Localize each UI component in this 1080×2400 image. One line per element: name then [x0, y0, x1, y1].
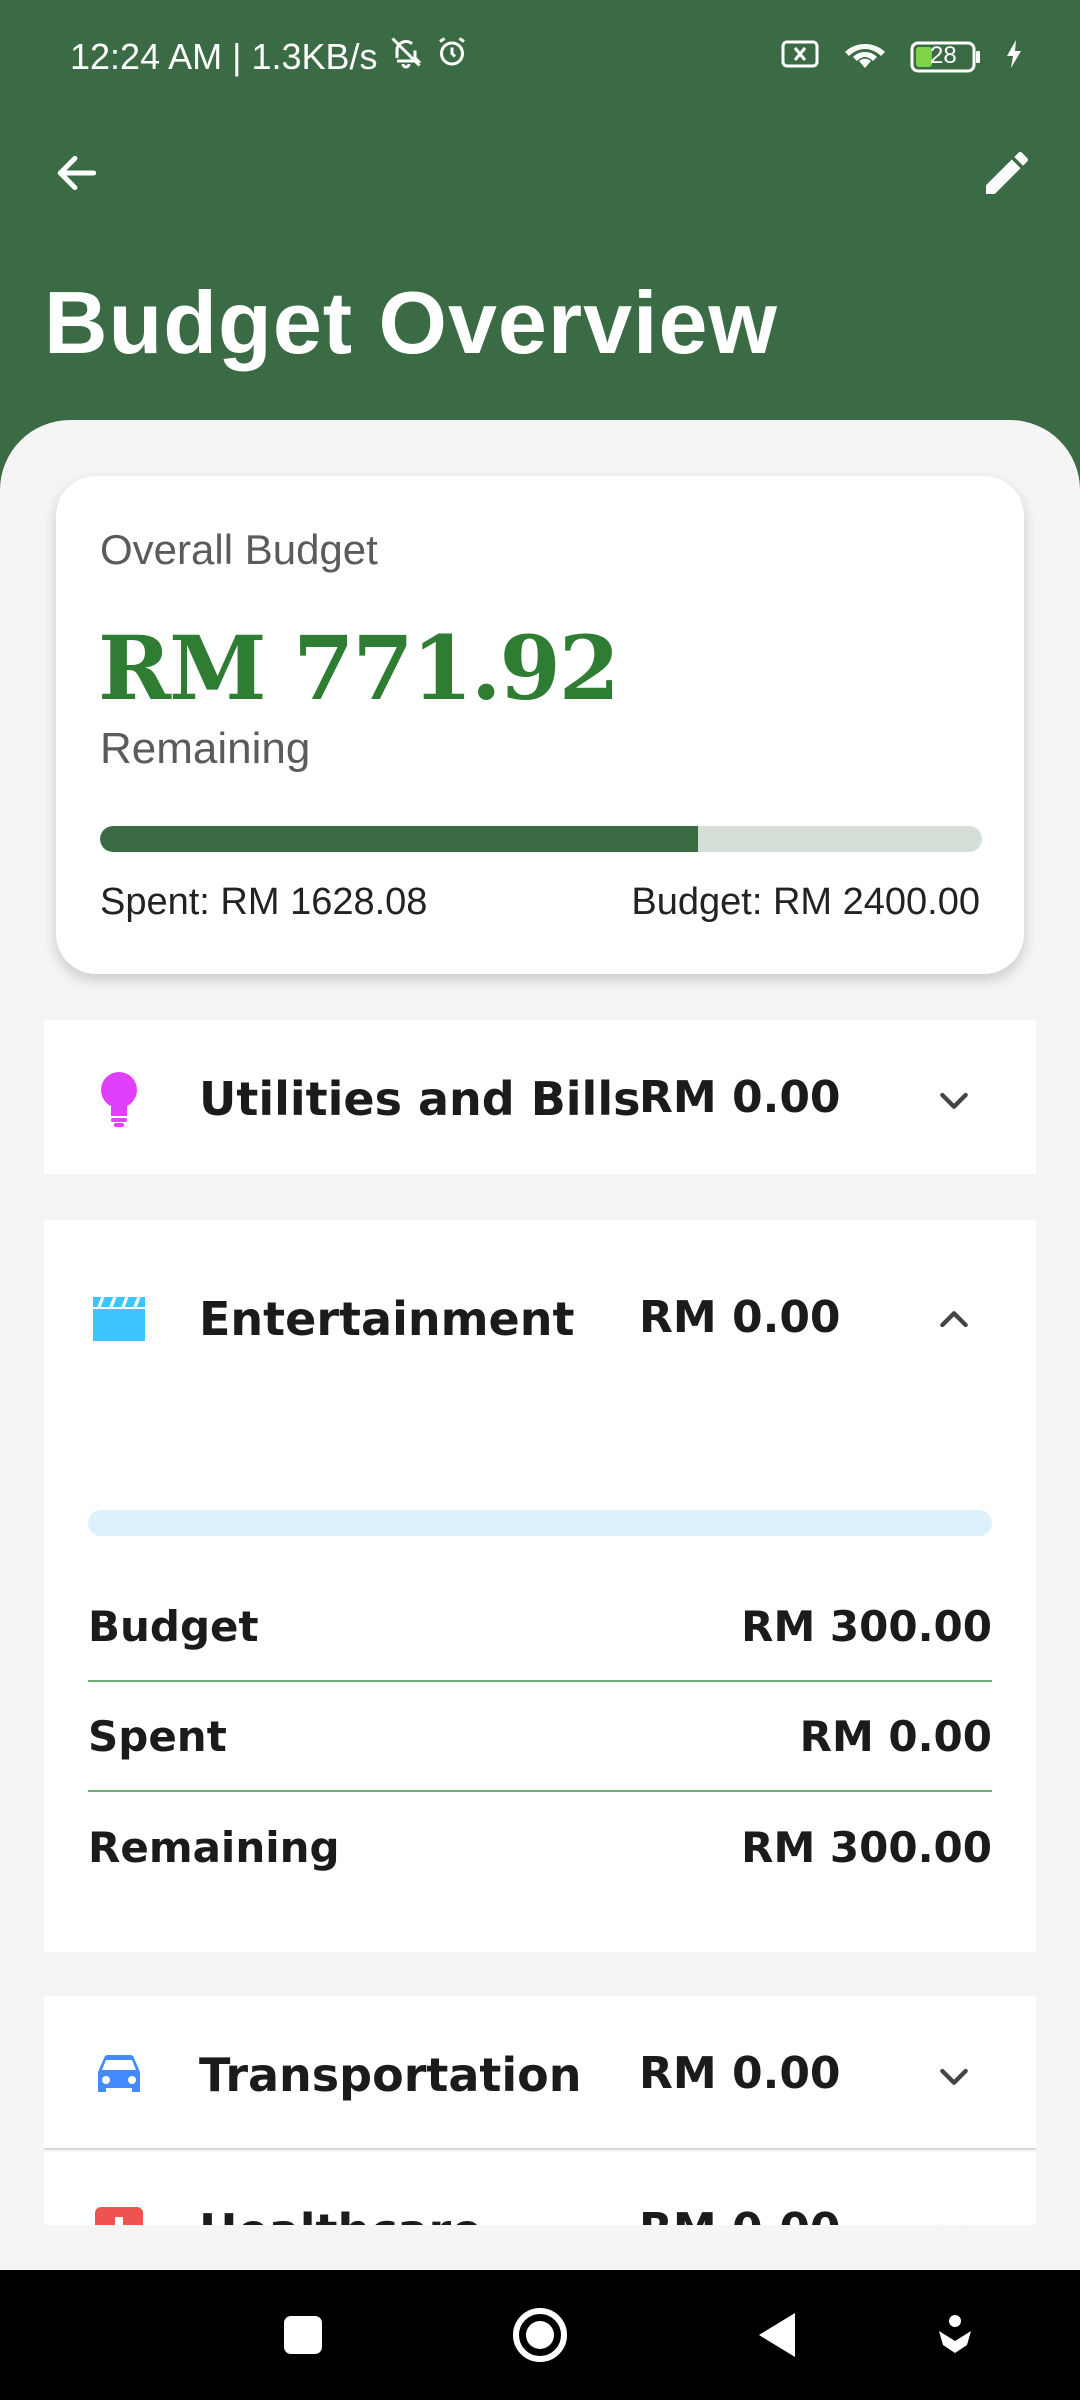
system-nav-bar: [0, 2270, 1080, 2400]
recents-button[interactable]: [268, 2300, 338, 2370]
overall-progress-fill: [100, 826, 698, 852]
chevron-down-icon[interactable]: [924, 2046, 984, 2106]
category-amount: RM 0.00: [639, 1072, 841, 1123]
category-card-utilities[interactable]: Utilities and Bills RM 0.00: [44, 1020, 1036, 1174]
overall-remaining-label: Remaining: [100, 724, 311, 773]
detail-row-spent: Spent RM 0.00: [88, 1682, 992, 1792]
content-sheet: Overall Budget RM 771.92 Remaining Spent…: [0, 420, 1080, 2270]
sim-off-icon: [780, 38, 820, 75]
overall-progress-bar: [100, 826, 982, 852]
detail-value: RM 300.00: [741, 1601, 992, 1651]
home-circle-icon: [513, 2308, 567, 2362]
chevron-down-icon[interactable]: [924, 1070, 984, 1130]
category-name: Utilities and Bills: [199, 1072, 641, 1126]
edit-button[interactable]: [974, 140, 1040, 206]
overall-remaining-amount: RM 771.92: [98, 616, 620, 720]
category-card-entertainment[interactable]: Entertainment RM 0.00 Budget RM 300.00 S…: [44, 1220, 1036, 1952]
status-time-speed: 12:24 AM | 1.3KB/s: [70, 35, 378, 77]
detail-label: Budget: [88, 1601, 259, 1651]
detail-value: RM 300.00: [741, 1822, 992, 1872]
home-button[interactable]: [505, 2300, 575, 2370]
bell-off-icon: [388, 34, 424, 79]
back-nav-button[interactable]: [742, 2300, 812, 2370]
car-icon: [90, 2046, 148, 2104]
category-amount: RM 0.00: [639, 1292, 841, 1343]
category-header[interactable]: Utilities and Bills RM 0.00: [44, 1020, 1036, 1174]
assistant-icon: [939, 2315, 971, 2353]
wifi-icon: [842, 36, 888, 77]
assistant-button[interactable]: [920, 2300, 990, 2370]
category-name: Transportation: [199, 2048, 582, 2102]
battery-level: 28: [930, 41, 957, 69]
overall-spent-text: Spent: RM 1628.08: [100, 881, 428, 923]
overall-budget-text: Budget: RM 2400.00: [631, 881, 980, 923]
category-card-transportation[interactable]: Transportation RM 0.00: [44, 1996, 1036, 2150]
alarm-icon: [434, 34, 470, 79]
status-bar: 12:24 AM | 1.3KB/s 28: [0, 0, 1080, 120]
clapperboard-icon: [90, 1290, 148, 1348]
category-progress-bar: [88, 1510, 992, 1536]
overall-budget-title: Overall Budget: [100, 526, 378, 573]
category-header[interactable]: Entertainment RM 0.00: [44, 1240, 1036, 1394]
detail-label: Spent: [88, 1711, 227, 1761]
arrow-back-icon: [57, 155, 97, 191]
back-button[interactable]: [44, 140, 110, 206]
category-name: Entertainment: [199, 1292, 575, 1346]
battery-icon: 28: [910, 40, 982, 74]
pencil-icon: [986, 151, 1028, 194]
overall-budget-card: Overall Budget RM 771.92 Remaining Spent…: [56, 476, 1024, 974]
detail-value: RM 0.00: [799, 1711, 992, 1761]
app-bar: [0, 120, 1080, 220]
status-left: 12:24 AM | 1.3KB/s: [70, 34, 470, 79]
charging-icon: [1004, 38, 1024, 75]
back-triangle-icon: [759, 2313, 795, 2357]
status-right: 28: [780, 36, 1024, 77]
detail-row-remaining: Remaining RM 300.00: [88, 1792, 992, 1902]
category-amount: RM 0.00: [639, 2048, 841, 2099]
detail-row-budget: Budget RM 300.00: [88, 1572, 992, 1682]
list-fade: [0, 2225, 1080, 2270]
detail-label: Remaining: [88, 1822, 340, 1872]
category-header[interactable]: Transportation RM 0.00: [44, 1996, 1036, 2150]
chevron-up-icon[interactable]: [924, 1290, 984, 1350]
page-title: Budget Overview: [44, 273, 778, 372]
recents-square-icon: [284, 2316, 322, 2354]
lightbulb-icon: [90, 1070, 148, 1128]
